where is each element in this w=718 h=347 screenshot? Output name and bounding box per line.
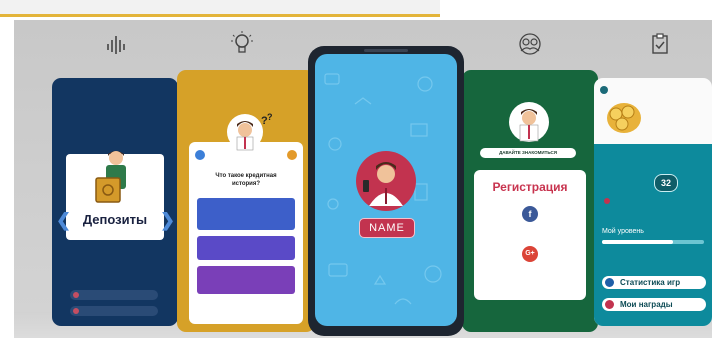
greeting-character (506, 100, 552, 155)
game-stats-label: Статистика игр (620, 278, 681, 287)
navy-menu-row[interactable] (70, 290, 158, 300)
my-rewards-button[interactable]: Мои награды (602, 298, 706, 311)
navy-menu-row[interactable] (70, 306, 158, 316)
deposits-screen[interactable]: Депозиты ❮ ❯ (52, 78, 178, 326)
prev-arrow-icon[interactable]: ❮ (56, 210, 71, 231)
showcase-stage: Депозиты ❮ ❯ Что такое кредитная история… (14, 20, 712, 338)
quiz-question: Что такое кредитная история? (215, 173, 277, 187)
google-plus-icon[interactable]: G+ (522, 246, 538, 262)
bars-chart-icon (102, 30, 130, 58)
facebook-icon[interactable]: f (522, 206, 538, 222)
player-level: 32 (654, 174, 678, 192)
lightbulb-icon (228, 30, 256, 58)
profile-avatar (355, 150, 417, 217)
users-icon (516, 30, 544, 58)
level-progress-bar (602, 240, 704, 244)
next-arrow-icon[interactable]: ❯ (160, 210, 175, 231)
level-progress-fill (602, 240, 674, 244)
game-stats-button[interactable]: Статистика игр (602, 276, 706, 289)
level-start-dot-icon (604, 198, 610, 204)
quiz-answer[interactable] (197, 266, 295, 294)
quiz-screen[interactable]: Что такое кредитная история? ? ? (177, 70, 315, 332)
top-accent-bar (0, 0, 440, 17)
registration-card: Регистрация f G+ (474, 170, 586, 300)
phone-speaker (364, 49, 408, 52)
registration-title: Регистрация (492, 180, 568, 194)
level-label: Мой уровень (602, 228, 644, 235)
phone-frame: NAME (308, 46, 464, 336)
my-rewards-label: Мои награды (620, 300, 673, 309)
coins-avatar (604, 100, 644, 141)
quiz-right-badge-icon[interactable] (287, 150, 297, 160)
quiz-answer[interactable] (197, 236, 295, 260)
character-with-safe (90, 148, 142, 215)
stats-icon (605, 278, 614, 287)
reward-icon (605, 300, 614, 309)
quiz-answer[interactable] (197, 198, 295, 230)
player-screen[interactable]: 32 Мой уровень Статистика игр Мои наград… (594, 78, 712, 326)
menu-dot-icon[interactable] (600, 86, 608, 94)
quiz-card: Что такое кредитная история? (189, 142, 303, 324)
thinking-character: ? ? (225, 112, 273, 157)
quiz-left-badge-icon[interactable] (195, 150, 205, 160)
registration-screen[interactable]: ДАВАЙТЕ ЗНАКОМИТЬСЯ Регистрация f G+ (462, 70, 598, 332)
profile-screen[interactable]: NAME (315, 54, 457, 326)
clipboard-check-icon (646, 30, 674, 58)
name-button[interactable]: NAME (359, 218, 415, 238)
registration-banner: ДАВАЙТЕ ЗНАКОМИТЬСЯ (480, 148, 576, 158)
svg-text:?: ? (267, 112, 273, 122)
